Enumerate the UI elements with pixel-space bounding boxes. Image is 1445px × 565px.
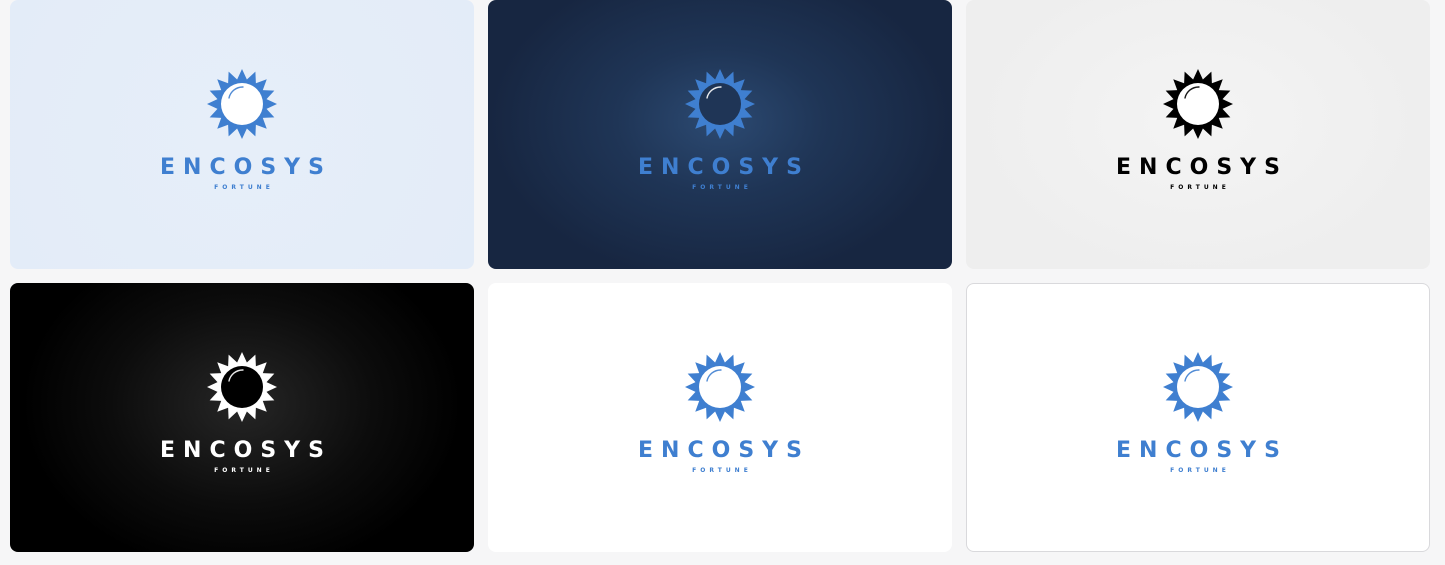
logo: ENCOSYS FORTUNE — [488, 351, 952, 481]
brand-name: ENCOSYS — [1116, 155, 1288, 180]
logo-card-navy[interactable]: ENCOSYS FORTUNE — [488, 0, 952, 269]
brand-tagline: FORTUNE — [214, 184, 274, 191]
brand-name: ENCOSYS — [160, 438, 332, 463]
brand-name: ENCOSYS — [1116, 438, 1288, 463]
sunflower-icon — [207, 69, 277, 139]
sunflower-icon — [685, 352, 755, 422]
logo: ENCOSYS FORTUNE — [488, 68, 952, 198]
logo-card-light-gray[interactable]: ENCOSYS FORTUNE — [966, 0, 1430, 269]
sunflower-icon — [1163, 352, 1233, 422]
logo: ENCOSYS FORTUNE — [10, 351, 474, 481]
sunflower-icon — [207, 352, 277, 422]
brand-name: ENCOSYS — [638, 438, 810, 463]
brand-name: ENCOSYS — [638, 155, 810, 180]
brand-tagline: FORTUNE — [692, 467, 752, 474]
logo-card-black[interactable]: ENCOSYS FORTUNE — [10, 283, 474, 552]
logo-card-white[interactable]: ENCOSYS FORTUNE — [488, 283, 952, 552]
logo-card-light-blue[interactable]: ENCOSYS FORTUNE — [10, 0, 474, 269]
brand-tagline: FORTUNE — [692, 184, 752, 191]
sunflower-icon — [1163, 69, 1233, 139]
brand-tagline: FORTUNE — [214, 467, 274, 474]
brand-tagline: FORTUNE — [1170, 467, 1230, 474]
logo: ENCOSYS FORTUNE — [10, 68, 474, 198]
logo-card-white-outlined[interactable]: ENCOSYS FORTUNE — [966, 283, 1430, 552]
brand-tagline: FORTUNE — [1170, 184, 1230, 191]
logo: ENCOSYS FORTUNE — [966, 68, 1430, 198]
brand-name: ENCOSYS — [160, 155, 332, 180]
sunflower-icon — [685, 69, 755, 139]
logo: ENCOSYS FORTUNE — [967, 351, 1429, 481]
